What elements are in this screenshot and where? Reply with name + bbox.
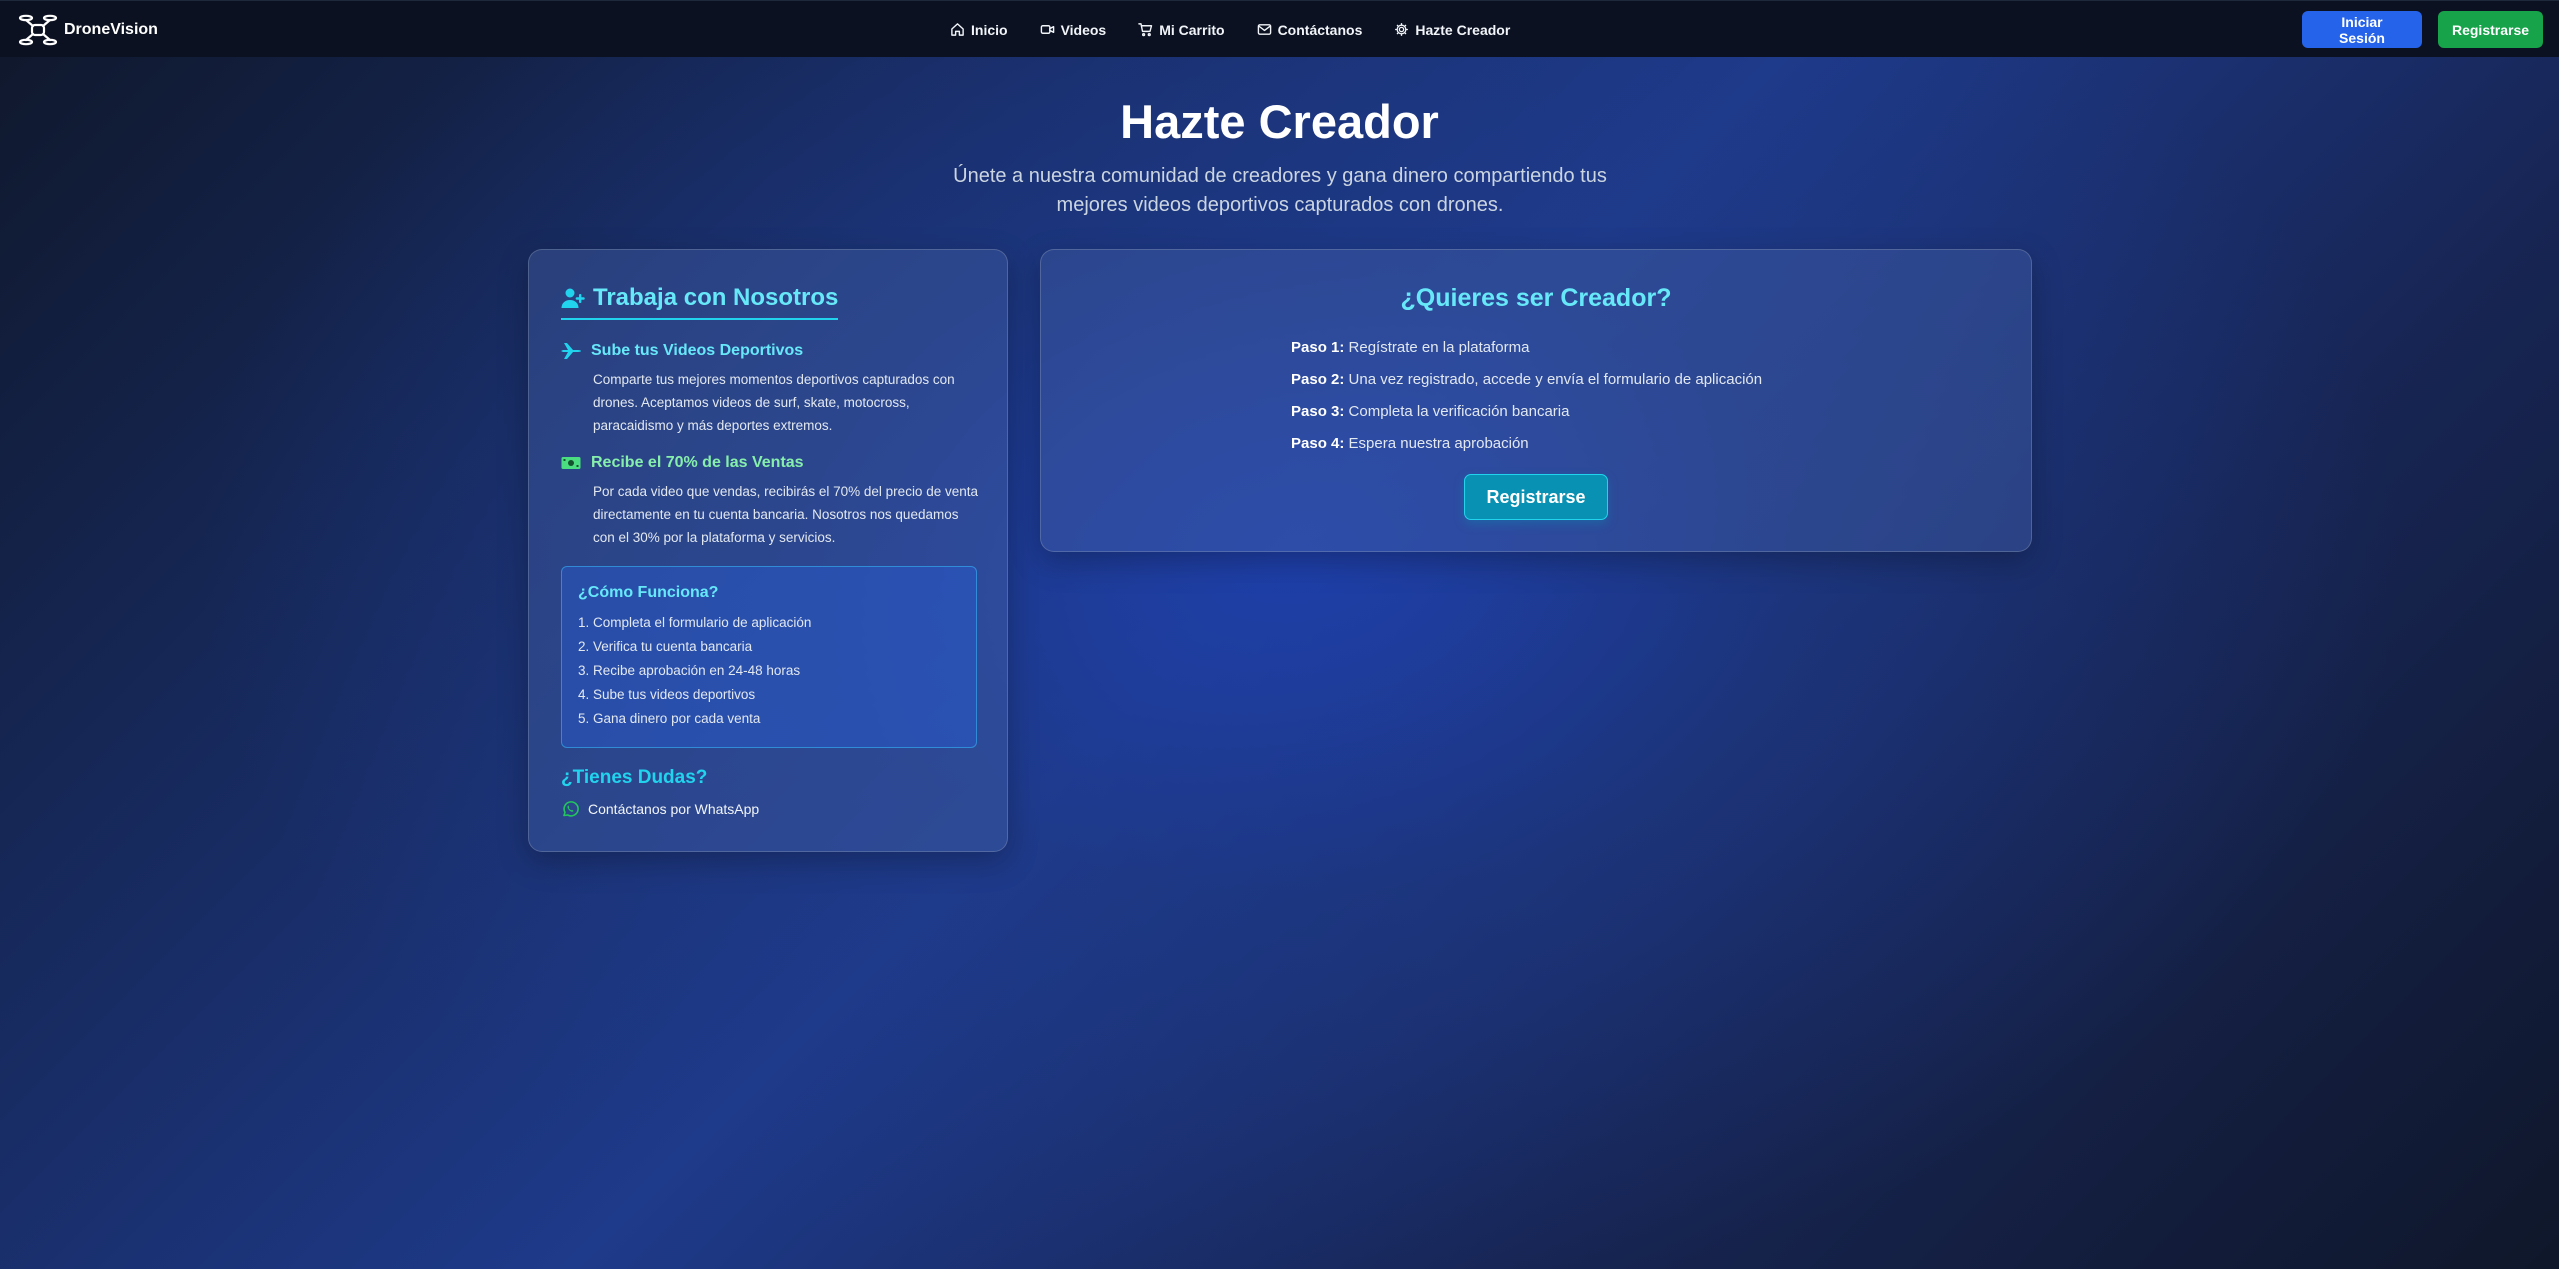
money-icon <box>561 457 581 469</box>
auth-buttons: Iniciar Sesión Registrarse <box>2302 11 2543 48</box>
nav-item-label: Inicio <box>971 21 1008 38</box>
nav-item-label: Contáctanos <box>1277 21 1363 38</box>
feature-earnings: Recibe el 70% de las Ventas Por cada vid… <box>561 454 981 549</box>
step-item: Paso 3: Completa la verificación bancari… <box>1291 396 1762 428</box>
feature-text: Comparte tus mejores momentos deportivos… <box>593 372 955 433</box>
nav-item-contact[interactable]: Contáctanos <box>1257 21 1363 38</box>
whatsapp-contact-link[interactable]: Contáctanos por WhatsApp <box>561 800 759 818</box>
work-card-heading: Trabaja con Nosotros <box>561 284 839 320</box>
doubts-title: ¿Tienes Dudas? <box>561 767 708 788</box>
step-label: Paso 2: <box>1291 371 1345 388</box>
step-label: Paso 1: <box>1291 339 1345 356</box>
step-text: Completa la verificación bancaria <box>1344 403 1570 420</box>
nav-item-label: Hazte Creador <box>1415 21 1511 38</box>
feature-title: Sube tus Videos Deportivos <box>591 342 804 359</box>
page-title: Hazte Creador <box>1120 95 1439 148</box>
step-text: Espera nuestra aprobación <box>1344 435 1529 452</box>
creator-register-button[interactable]: Registrarse <box>1464 474 1608 520</box>
nav-item-label: Mi Carrito <box>1159 21 1225 38</box>
creator-card-title: ¿Quieres ser Creador? <box>1400 284 1672 312</box>
step-item: Paso 1: Regístrate en la plataforma <box>1291 332 1762 364</box>
whatsapp-icon <box>563 801 579 817</box>
feature-title: Recibe el 70% de las Ventas <box>591 454 804 471</box>
work-card-title: Trabaja con Nosotros <box>593 284 839 311</box>
whatsapp-label: Contáctanos por WhatsApp <box>588 801 760 817</box>
register-button[interactable]: Registrarse <box>2438 11 2543 48</box>
nav-item-label: Videos <box>1060 21 1107 38</box>
how-it-works-box: ¿Cómo Funciona? 1. Completa el formulari… <box>561 566 977 748</box>
how-it-works-item: 2. Verifica tu cuenta bancaria <box>578 639 753 654</box>
work-with-us-card: Trabaja con Nosotros Sube tus Videos Dep… <box>528 249 1008 852</box>
how-it-works-item: 4. Sube tus videos deportivos <box>578 687 756 702</box>
nav-item-cart[interactable]: Mi Carrito <box>1138 21 1225 38</box>
plane-icon <box>561 343 581 359</box>
become-creator-card: ¿Quieres ser Creador? Paso 1: Regístrate… <box>1040 249 2032 552</box>
how-it-works-item: 5. Gana dinero por cada venta <box>578 711 761 726</box>
nav-item-creator[interactable]: Hazte Creador <box>1394 22 1510 38</box>
gear-icon <box>1395 23 1409 36</box>
user-plus-icon <box>561 288 585 308</box>
page-subtitle: Únete a nuestra comunidad de creadores y… <box>953 165 1607 216</box>
nav-item-inicio[interactable]: Inicio <box>950 22 1008 38</box>
video-camera-icon <box>1040 25 1054 34</box>
cart-icon <box>1138 23 1153 37</box>
feature-text: Por cada video que vendas, recibirás el … <box>593 484 978 545</box>
step-label: Paso 4: <box>1291 435 1345 452</box>
steps-list: Paso 1: Regístrate en la plataforma Paso… <box>1291 332 1762 460</box>
login-button[interactable]: Iniciar Sesión <box>2302 11 2422 48</box>
home-icon <box>951 23 964 36</box>
step-label: Paso 3: <box>1291 403 1345 420</box>
step-item: Paso 4: Espera nuestra aprobación <box>1291 428 1762 460</box>
mail-icon <box>1257 24 1271 35</box>
how-it-works-item: 1. Completa el formulario de aplicación <box>578 615 812 630</box>
drone-icon <box>18 14 58 46</box>
brand-link[interactable]: DroneVision <box>18 13 158 47</box>
brand-name: DroneVision <box>64 21 158 38</box>
nav-item-videos[interactable]: Videos <box>1040 21 1107 38</box>
step-item: Paso 2: Una vez registrado, accede y env… <box>1291 364 1762 396</box>
top-navbar: DroneVision Inicio Videos Mi Carrito Con… <box>0 0 2559 57</box>
how-it-works-title: ¿Cómo Funciona? <box>578 584 719 601</box>
how-it-works-item: 3. Recibe aprobación en 24-48 horas <box>578 663 801 678</box>
step-text: Regístrate en la plataforma <box>1344 339 1530 356</box>
step-text: Una vez registrado, accede y envía el fo… <box>1344 371 1763 388</box>
feature-upload: Sube tus Videos Deportivos Comparte tus … <box>561 342 981 437</box>
main-nav: Inicio Videos Mi Carrito Contáctanos Haz… <box>950 1 1510 58</box>
